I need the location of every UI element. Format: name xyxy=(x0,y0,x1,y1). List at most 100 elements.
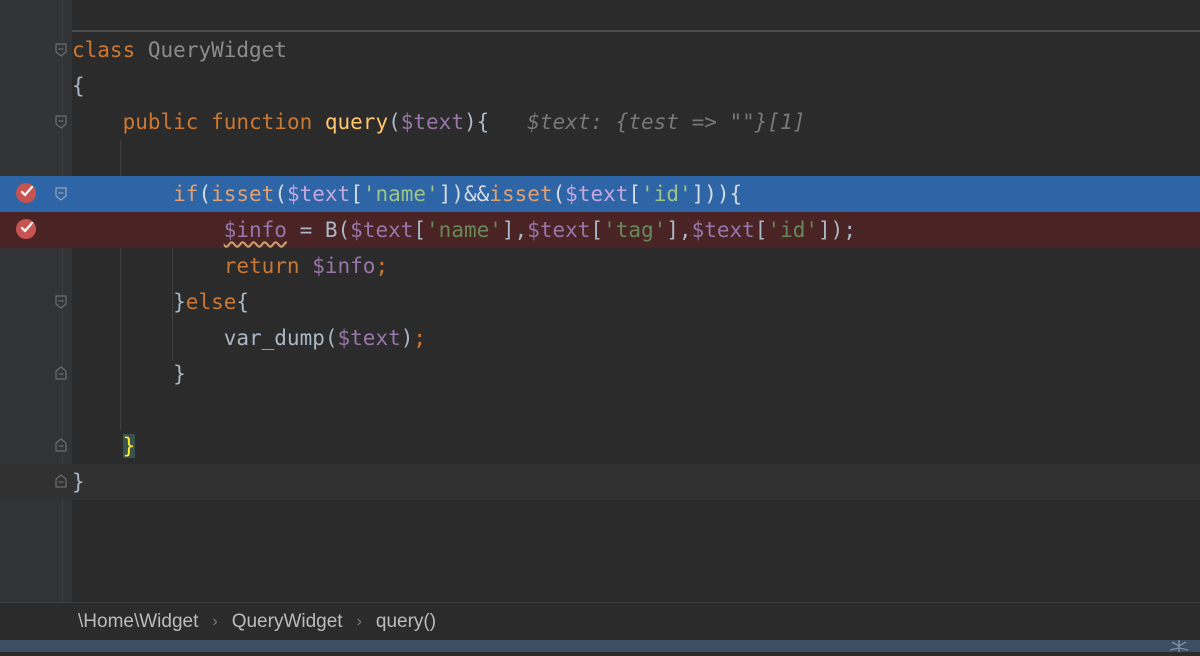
code-token: [ xyxy=(628,182,642,206)
code-line[interactable]: var_dump($text); xyxy=(0,320,1200,356)
code-line-text: public function query($text){ $text: {te… xyxy=(72,104,806,140)
code-line-text: { xyxy=(72,68,85,104)
code-line[interactable]: class QueryWidget xyxy=(0,32,1200,68)
code-line-text: } xyxy=(72,356,186,392)
fold-marker-icon[interactable] xyxy=(55,187,67,201)
breadcrumb-item-method[interactable]: query() xyxy=(376,603,436,641)
code-token: 'name' xyxy=(362,182,439,206)
code-token: if xyxy=(173,182,199,206)
code-line-text: if(isset($text['name'])&&isset($text['id… xyxy=(72,176,742,212)
code-token: } xyxy=(72,362,186,386)
code-line-text: return $info; xyxy=(72,248,388,284)
code-token: $text xyxy=(286,182,351,206)
code-token: isset xyxy=(489,182,553,206)
inline-debug-value: $text: {test => ""}[1] xyxy=(527,110,806,134)
code-token: ){ xyxy=(463,110,490,134)
code-token: return xyxy=(223,254,313,278)
code-token: $text xyxy=(527,218,591,242)
breadcrumb-item-namespace[interactable]: \Home\Widget xyxy=(78,603,198,641)
code-token: $text xyxy=(337,326,401,350)
code-line-text: $info = B($text['name'],$text['tag'],$te… xyxy=(72,212,856,248)
code-line[interactable]: } xyxy=(0,464,1200,500)
code-token: [ xyxy=(350,182,363,206)
code-line[interactable] xyxy=(0,392,1200,428)
fold-marker-icon[interactable] xyxy=(55,438,67,452)
code-line-text: var_dump($text); xyxy=(72,320,426,356)
code-token: public function xyxy=(122,110,325,134)
code-line-text: }else{ xyxy=(72,284,249,320)
code-token: ( xyxy=(552,182,566,206)
code-token: var_dump( xyxy=(72,326,338,350)
breadcrumb-item-class[interactable]: QueryWidget xyxy=(232,603,343,641)
code-token: ], xyxy=(501,218,528,242)
fold-marker-icon[interactable] xyxy=(55,474,67,488)
code-token: [ xyxy=(590,218,604,242)
code-line[interactable] xyxy=(0,140,1200,176)
code-token: $info xyxy=(312,254,376,278)
code-token: } xyxy=(72,290,186,314)
code-token: class xyxy=(72,38,136,62)
code-token: ; xyxy=(375,254,389,278)
matched-brace: } xyxy=(122,434,136,458)
code-token: 'id' xyxy=(767,218,819,242)
code-line[interactable]: } xyxy=(0,356,1200,392)
code-token: 'tag' xyxy=(603,218,667,242)
code-token: query xyxy=(324,110,389,134)
fold-marker-icon[interactable] xyxy=(55,295,67,309)
code-line[interactable]: public function query($text){ $text: {te… xyxy=(0,104,1200,140)
code-token: ])&& xyxy=(438,182,490,206)
code-token: ])){ xyxy=(691,182,743,206)
code-token: { xyxy=(236,290,250,314)
code-token: ; xyxy=(413,326,427,350)
breadcrumb-bar: \Home\Widget › QueryWidget › query() xyxy=(0,602,1200,641)
code-line[interactable]: { xyxy=(0,68,1200,104)
fold-marker-icon[interactable] xyxy=(55,366,67,380)
execution-point-line[interactable]: if(isset($text['name'])&&isset($text['id… xyxy=(0,176,1200,212)
code-token: ]); xyxy=(818,218,856,242)
code-token: ( xyxy=(274,182,287,206)
spinner-icon xyxy=(1164,636,1194,652)
code-line[interactable]: }else{ xyxy=(0,284,1200,320)
code-line-text: } xyxy=(72,428,136,464)
code-token: ( xyxy=(198,182,212,206)
code-token: ], xyxy=(666,218,692,242)
variable-token-warning: $info xyxy=(223,218,287,242)
breakpoint-verified-icon[interactable] xyxy=(14,216,38,240)
code-token: $text xyxy=(400,110,464,134)
breakpoint-verified-icon[interactable] xyxy=(14,180,38,204)
class-name-token: QueryWidget xyxy=(147,38,287,62)
code-token: 'name' xyxy=(426,218,502,242)
code-token: { xyxy=(72,74,85,98)
breakpoint-line[interactable]: $info = B($text['name'],$text['tag'],$te… xyxy=(0,212,1200,248)
code-token: [ xyxy=(413,218,427,242)
fold-marker-icon[interactable] xyxy=(55,43,67,57)
code-line-text: } xyxy=(72,464,85,500)
fold-marker-icon[interactable] xyxy=(55,115,67,129)
breadcrumb-separator: › xyxy=(212,613,218,630)
code-token: [ xyxy=(754,218,768,242)
code-line[interactable]: } xyxy=(0,428,1200,464)
code-editor[interactable]: class QueryWidget { public function query… xyxy=(0,0,1200,602)
code-token: $text xyxy=(350,218,414,242)
code-token: = B( xyxy=(286,218,351,242)
code-token: else xyxy=(185,290,237,314)
code-token: } xyxy=(72,470,85,494)
breadcrumb-separator: › xyxy=(356,613,362,630)
code-token: ) xyxy=(400,326,414,350)
code-line-text: class QueryWidget xyxy=(72,32,287,68)
code-token: $text xyxy=(565,182,629,206)
code-token: ( xyxy=(388,110,401,134)
code-token: isset xyxy=(211,182,275,206)
breadcrumb: \Home\Widget › QueryWidget › query() xyxy=(78,603,436,641)
code-line[interactable]: return $info; xyxy=(0,248,1200,284)
code-token: 'id' xyxy=(641,182,692,206)
code-token: $text xyxy=(691,218,755,242)
status-strip xyxy=(0,640,1200,652)
